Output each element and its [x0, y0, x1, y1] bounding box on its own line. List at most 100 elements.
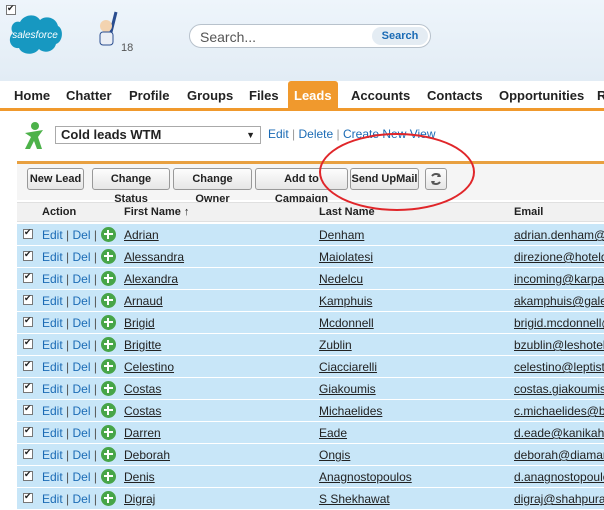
first-name-cell[interactable]: Arnaud — [124, 294, 163, 308]
refresh-button[interactable] — [425, 168, 447, 190]
table-row[interactable]: Edit | Del | Alexandra Nedelcu incoming@kar… — [17, 268, 604, 290]
email-cell[interactable]: celestino@leptisto — [514, 360, 604, 374]
last-name-cell[interactable]: Zublin — [319, 338, 352, 352]
row-checkbox[interactable] — [23, 293, 33, 305]
row-edit-link[interactable]: Edit — [42, 404, 63, 418]
table-row[interactable]: Edit | Del | Darren Eade d.eade@kanikah — [17, 422, 604, 444]
first-name-cell[interactable]: Digraj — [124, 492, 155, 506]
first-name-cell[interactable]: Costas — [124, 382, 161, 396]
first-name-cell[interactable]: Costas — [124, 404, 161, 418]
row-checkbox[interactable] — [23, 315, 33, 327]
delete-view-link[interactable]: Delete — [299, 127, 334, 141]
view-select[interactable]: Cold leads WTM ▼ — [55, 126, 261, 144]
row-checkbox[interactable] — [23, 425, 33, 437]
column-first-name[interactable]: First Name ↑ — [124, 206, 189, 218]
first-name-cell[interactable]: Brigid — [124, 316, 155, 330]
send-upmail-button[interactable]: Send UpMail — [350, 168, 419, 190]
add-plus-icon[interactable] — [101, 447, 116, 462]
row-del-link[interactable]: Del — [73, 470, 91, 484]
tab-contacts[interactable]: Contacts — [427, 88, 483, 103]
first-name-cell[interactable]: Denis — [124, 470, 155, 484]
last-name-cell[interactable]: Mcdonnell — [319, 316, 374, 330]
last-name-cell[interactable]: Eade — [319, 426, 347, 440]
last-name-cell[interactable]: Maiolatesi — [319, 250, 373, 264]
email-cell[interactable]: d.anagnostopoulos — [514, 470, 604, 484]
row-del-link[interactable]: Del — [73, 250, 91, 264]
row-edit-link[interactable]: Edit — [42, 294, 63, 308]
email-cell[interactable]: adrian.denham@ — [514, 228, 604, 242]
email-cell[interactable]: costas.giakoumis — [514, 382, 604, 396]
add-plus-icon[interactable] — [101, 249, 116, 264]
email-cell[interactable]: digraj@shahpura — [514, 492, 604, 506]
row-del-link[interactable]: Del — [73, 316, 91, 330]
row-edit-link[interactable]: Edit — [42, 316, 63, 330]
tab-groups[interactable]: Groups — [187, 88, 233, 103]
last-name-cell[interactable]: Giakoumis — [319, 382, 376, 396]
row-checkbox[interactable] — [23, 491, 33, 503]
salesforce-logo[interactable]: salesforce — [6, 10, 64, 60]
tab-home[interactable]: Home — [14, 88, 50, 103]
create-view-link[interactable]: Create New View — [343, 127, 435, 141]
last-name-cell[interactable]: Michaelides — [319, 404, 382, 418]
change-status-button[interactable]: Change Status — [92, 168, 170, 205]
first-name-cell[interactable]: Deborah — [124, 448, 170, 462]
add-plus-icon[interactable] — [101, 359, 116, 374]
row-del-link[interactable]: Del — [73, 448, 91, 462]
table-row[interactable]: Edit | Del | Brigid Mcdonnell brigid.mcdonn… — [17, 312, 604, 334]
row-checkbox[interactable] — [23, 381, 33, 393]
first-name-cell[interactable]: Celestino — [124, 360, 174, 374]
row-del-link[interactable]: Del — [73, 492, 91, 506]
last-name-cell[interactable]: Anagnostopoulos — [319, 470, 412, 484]
row-checkbox[interactable] — [23, 359, 33, 371]
row-checkbox[interactable] — [23, 249, 33, 261]
table-row[interactable]: Edit | Del | Arnaud Kamphuis akamphuis@gale — [17, 290, 604, 312]
email-cell[interactable]: d.eade@kanikah — [514, 426, 604, 440]
last-name-cell[interactable]: Nedelcu — [319, 272, 363, 286]
email-cell[interactable]: incoming@karpat — [514, 272, 604, 286]
last-name-cell[interactable]: S Shekhawat — [319, 492, 390, 506]
row-del-link[interactable]: Del — [73, 426, 91, 440]
row-del-link[interactable]: Del — [73, 338, 91, 352]
row-checkbox[interactable] — [23, 227, 33, 239]
last-name-cell[interactable]: Denham — [319, 228, 364, 242]
tab-profile[interactable]: Profile — [129, 88, 169, 103]
tab-accounts[interactable]: Accounts — [351, 88, 410, 103]
last-name-cell[interactable]: Ciacciarelli — [319, 360, 377, 374]
add-plus-icon[interactable] — [101, 293, 116, 308]
row-edit-link[interactable]: Edit — [42, 338, 63, 352]
first-name-cell[interactable]: Brigitte — [124, 338, 161, 352]
tab-opportunities[interactable]: Opportunities — [499, 88, 584, 103]
row-edit-link[interactable]: Edit — [42, 228, 63, 242]
table-row[interactable]: Edit | Del | Celestino Ciacciarelli celesti… — [17, 356, 604, 378]
row-checkbox[interactable] — [23, 403, 33, 415]
add-plus-icon[interactable] — [101, 403, 116, 418]
table-row[interactable]: Edit | Del | Alessandra Maiolatesi direzion… — [17, 246, 604, 268]
add-plus-icon[interactable] — [101, 337, 116, 352]
first-name-cell[interactable]: Alessandra — [124, 250, 184, 264]
row-checkbox[interactable] — [23, 447, 33, 459]
table-row[interactable]: Edit | Del | Costas Giakoumis costas.giakou… — [17, 378, 604, 400]
first-name-cell[interactable]: Adrian — [124, 228, 159, 242]
email-cell[interactable]: bzublin@leshotels — [514, 338, 604, 352]
row-edit-link[interactable]: Edit — [42, 272, 63, 286]
email-cell[interactable]: brigid.mcdonnell@ — [514, 316, 604, 330]
tab-more[interactable]: R — [597, 88, 604, 103]
add-plus-icon[interactable] — [101, 381, 116, 396]
select-all-checkbox[interactable] — [6, 3, 16, 15]
table-row[interactable]: Edit | Del | Costas Michaelides c.michaelid… — [17, 400, 604, 422]
row-edit-link[interactable]: Edit — [42, 382, 63, 396]
email-cell[interactable]: c.michaelides@bl — [514, 404, 604, 418]
table-row[interactable]: Edit | Del | Denis Anagnostopoulos d.anagno… — [17, 466, 604, 488]
table-row[interactable]: Edit | Del | Digraj S Shekhawat digraj@shah… — [17, 488, 604, 510]
add-plus-icon[interactable] — [101, 491, 116, 506]
row-del-link[interactable]: Del — [73, 272, 91, 286]
tab-files[interactable]: Files — [249, 88, 279, 103]
table-row[interactable]: Edit | Del | Brigitte Zublin bzublin@leshot… — [17, 334, 604, 356]
last-name-cell[interactable]: Ongis — [319, 448, 350, 462]
first-name-cell[interactable]: Alexandra — [124, 272, 178, 286]
change-owner-button[interactable]: Change Owner — [173, 168, 252, 205]
row-edit-link[interactable]: Edit — [42, 250, 63, 264]
row-edit-link[interactable]: Edit — [42, 360, 63, 374]
column-email[interactable]: Email — [514, 206, 543, 218]
row-edit-link[interactable]: Edit — [42, 470, 63, 484]
